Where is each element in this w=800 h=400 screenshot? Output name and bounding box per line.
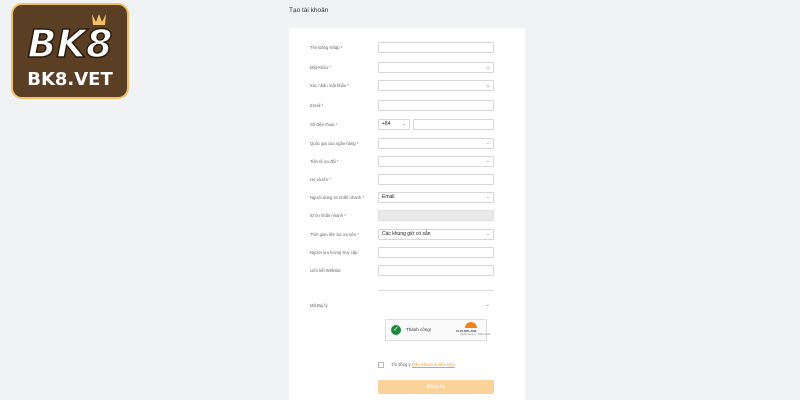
phone-label: Số điện thoại * (310, 122, 338, 127)
messenger-row: Người dùng tin nhắn nhanh * Email ⌄ (289, 192, 525, 205)
chevron-down-icon: ⌄ (485, 158, 490, 164)
currency-row: Tiền tệ ưu đãi * ⌄ (289, 156, 525, 169)
password-row: Mật Khẩu * ◎ (289, 62, 525, 75)
messenger-select[interactable]: Email ⌄ (378, 192, 494, 203)
chevron-down-icon: ⌄ (401, 121, 406, 127)
bk8-logo: BK8 BK8.VET (11, 3, 129, 99)
chevron-down-icon: ⌄ (485, 231, 490, 237)
chevron-down-icon: ⌄ (485, 140, 490, 146)
bank-country-label: Quốc gia của ngân hàng * (310, 141, 359, 146)
contact-time-label: Thời gian liên lạc ưu tiên * (310, 232, 359, 237)
contact-time-value: Các khung giờ có sẵn (382, 231, 431, 237)
terms-row: Tôi đồng ý Điều khoản & điều kiện (378, 362, 455, 368)
traffic-field[interactable] (378, 247, 494, 258)
bank-country-select[interactable]: ⌄ (378, 138, 494, 149)
username-label: Tên Đăng Nhập * (310, 45, 343, 50)
terms-link[interactable]: Điều khoản & điều kiện (412, 362, 455, 367)
confirm-password-row: Xác nhận mật khẩu * ◎ (289, 80, 525, 93)
confirm-password-field[interactable]: ◎ (378, 80, 494, 91)
captcha-widget[interactable]: ✓ Thành công! CLOUDFLARE Quyền riêng tư … (385, 319, 490, 341)
logo-primary: BK8 (28, 22, 113, 66)
terms-checkbox[interactable] (378, 362, 384, 368)
country-code-select[interactable]: +84 ⌄ (378, 119, 410, 130)
username-field[interactable] (378, 42, 494, 53)
bank-country-row: Quốc gia của ngân hàng * ⌄ (289, 138, 525, 151)
email-row: Email * (289, 100, 525, 113)
referral-label[interactable]: Mã Đại lý (310, 303, 327, 308)
messenger-value: Email (382, 194, 395, 200)
chevron-down-icon: ⌄ (485, 194, 490, 200)
phone-row: Số điện thoại * +84 ⌄ (289, 119, 525, 132)
fullname-field[interactable] (378, 174, 494, 185)
cloud-icon (465, 322, 477, 328)
chevron-down-icon[interactable]: ⌄ (485, 301, 490, 308)
cloudflare-logo: CLOUDFLARE Quyền riêng tư · Điều khoản (456, 322, 490, 339)
username-row: Tên Đăng Nhập * (289, 42, 525, 55)
check-icon: ✓ (391, 325, 401, 335)
registration-form: Tên Đăng Nhập * Mật Khẩu * ◎ Xác nhận mậ… (289, 28, 525, 400)
captcha-links[interactable]: Quyền riêng tư · Điều khoản (460, 333, 490, 336)
currency-label: Tiền tệ ưu đãi * (310, 159, 339, 164)
country-code-value: +84 (382, 121, 391, 127)
register-button[interactable]: Đăng ký (378, 380, 494, 394)
fullname-label: Họ và tên * (310, 177, 331, 182)
password-field[interactable]: ◎ (378, 62, 494, 73)
messenger-id-row: ID tin nhắn nhanh * (289, 210, 525, 223)
currency-select[interactable]: ⌄ (378, 156, 494, 167)
traffic-label: Người lưu lượng truy cập (310, 250, 358, 255)
website-field[interactable] (378, 265, 494, 276)
confirm-password-label: Xác nhận mật khẩu * (310, 83, 349, 88)
divider (378, 290, 494, 291)
eye-icon[interactable]: ◎ (486, 81, 490, 90)
messenger-id-field (378, 210, 494, 221)
phone-field[interactable] (413, 119, 494, 130)
contact-time-row: Thời gian liên lạc ưu tiên * Các khung g… (289, 229, 525, 242)
logo-sub: BK8.VET (27, 69, 113, 90)
messenger-id-label: ID tin nhắn nhanh * (310, 213, 346, 218)
messenger-label: Người dùng tin nhắn nhanh * (310, 195, 364, 200)
contact-time-select[interactable]: Các khung giờ có sẵn ⌄ (378, 229, 494, 240)
traffic-row: Người lưu lượng truy cập (289, 247, 525, 260)
website-label: Liên kết Website (310, 268, 341, 273)
terms-prefix: Tôi đồng ý (391, 362, 411, 368)
captcha-status: Thành công! (406, 327, 432, 332)
password-label: Mật Khẩu * (310, 65, 331, 70)
email-label: Email * (310, 103, 324, 108)
fullname-row: Họ và tên * (289, 174, 525, 187)
page-title: Tạo tài khoản (289, 7, 329, 14)
eye-icon[interactable]: ◎ (486, 63, 490, 72)
website-row: Liên kết Website (289, 265, 525, 278)
email-field[interactable] (378, 100, 494, 111)
